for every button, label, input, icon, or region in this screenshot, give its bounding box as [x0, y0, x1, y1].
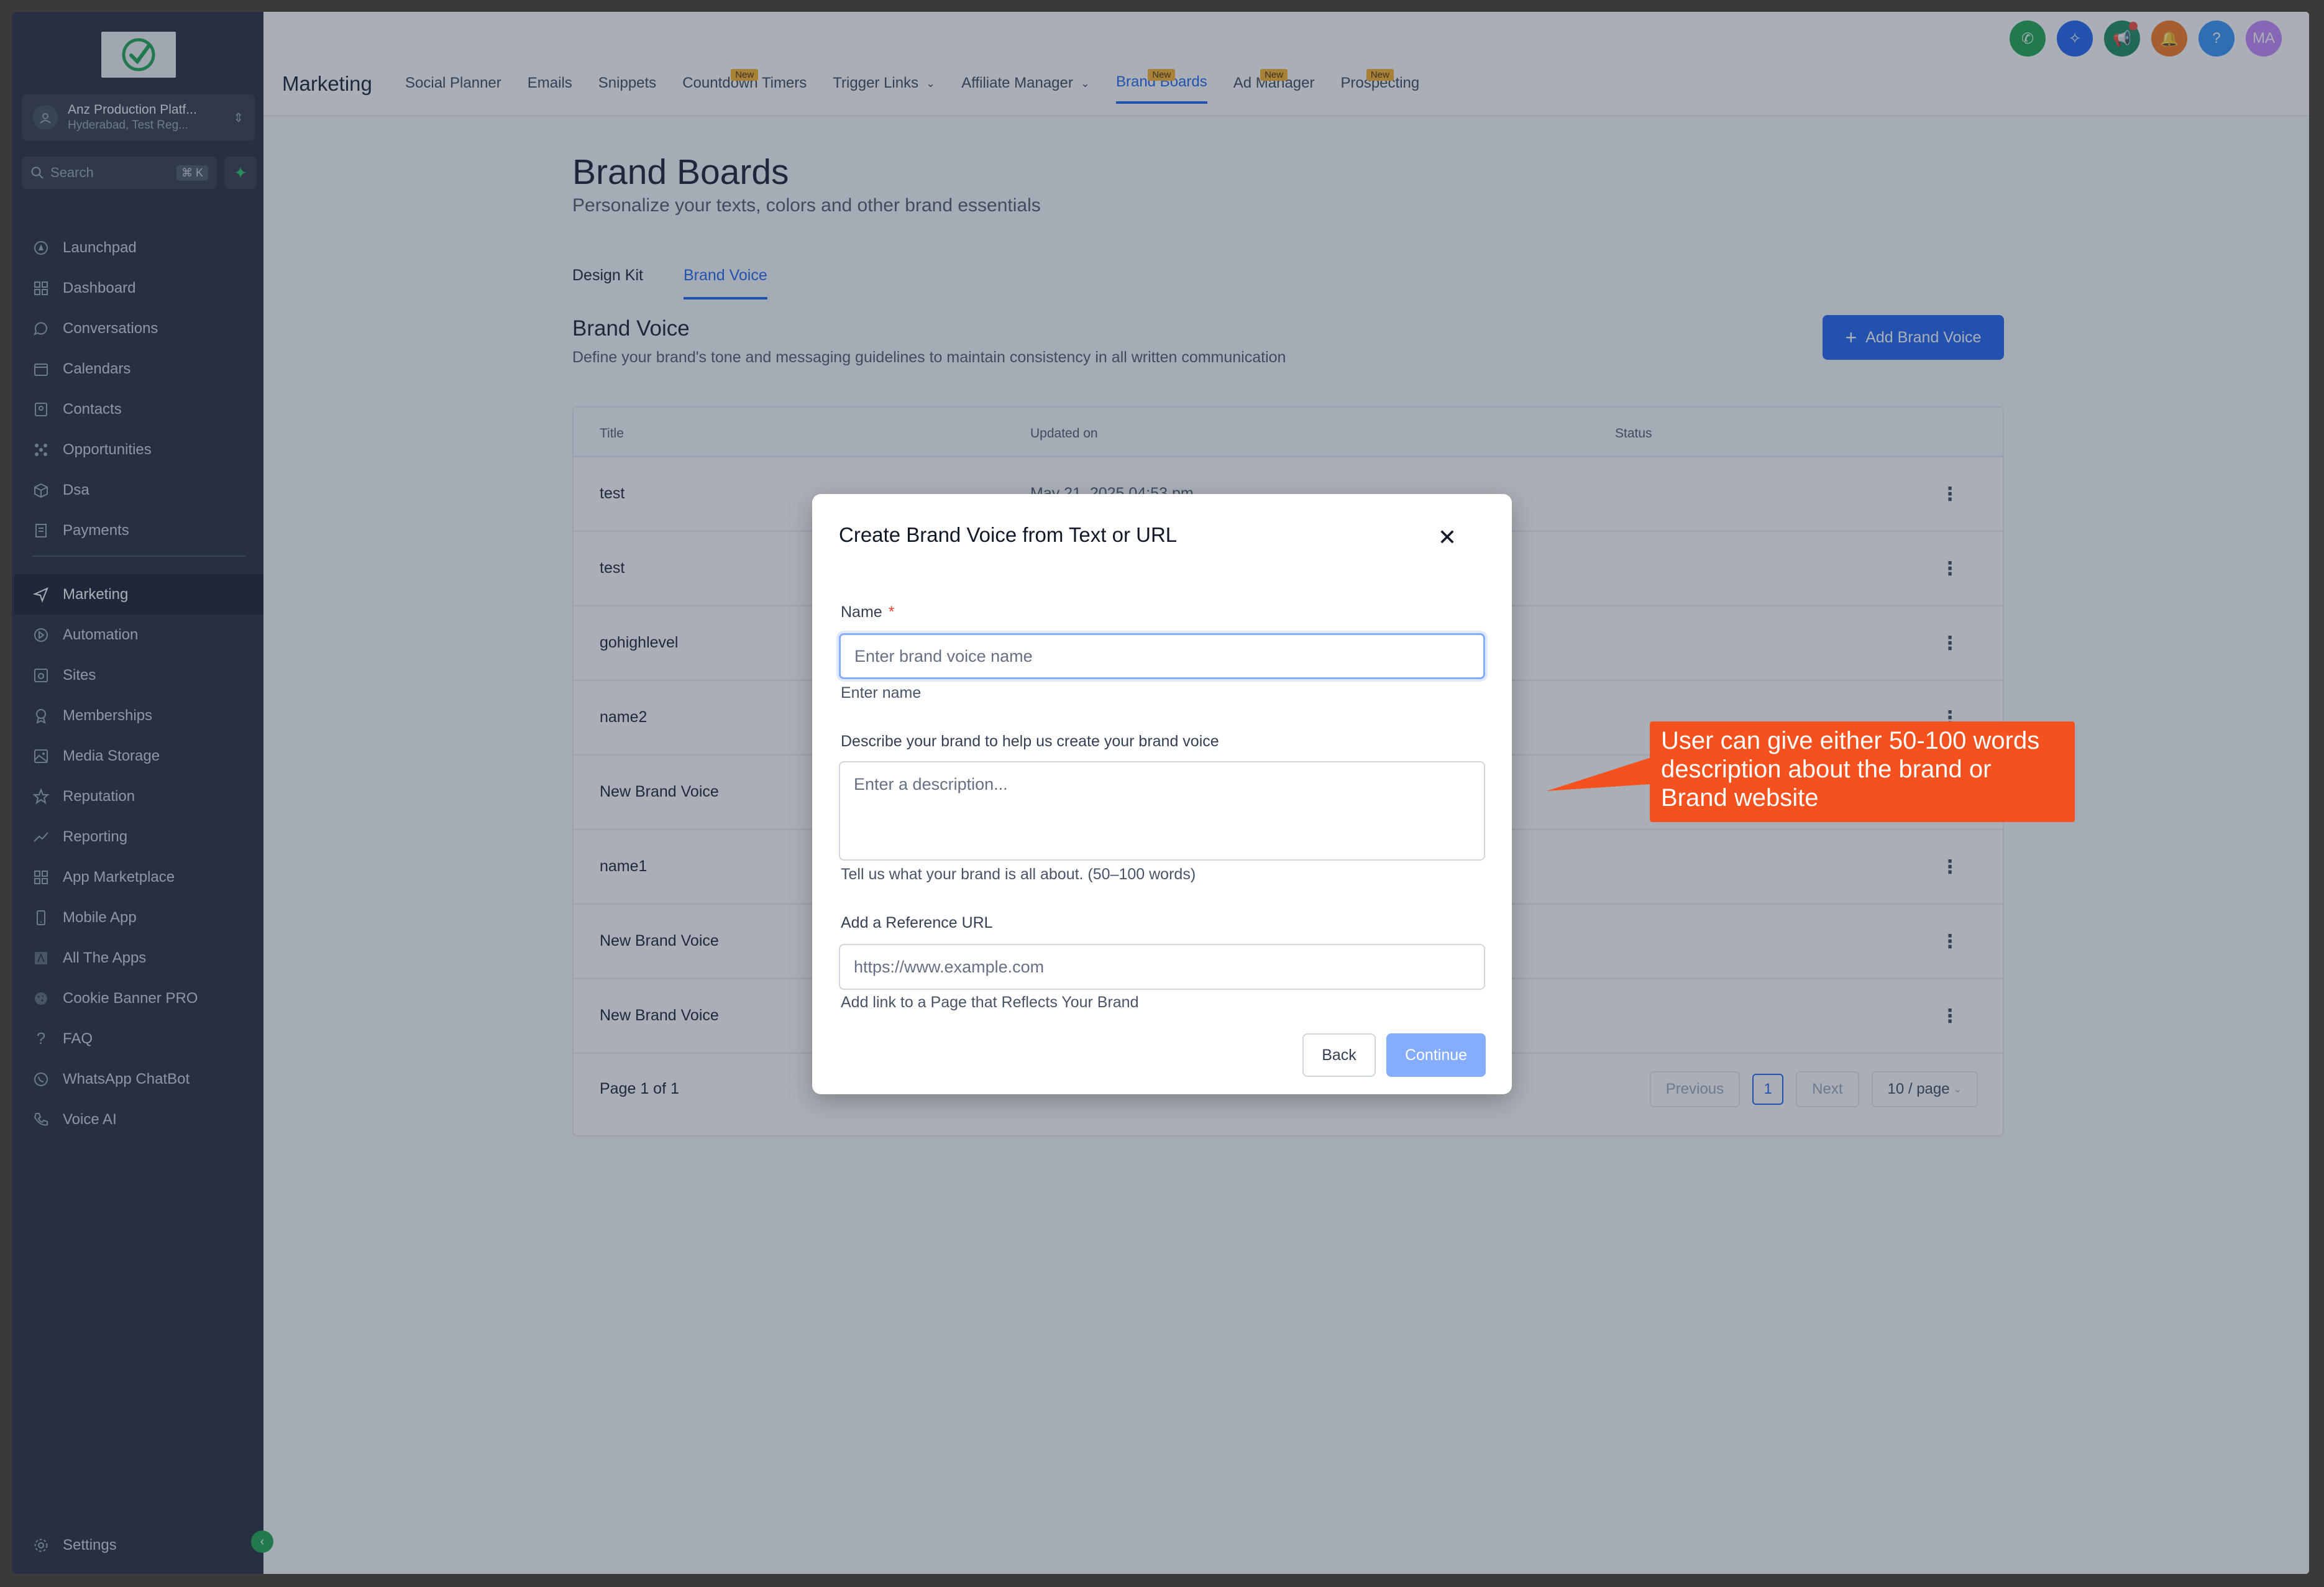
description-help-text: Tell us what your brand is all about. (5…: [841, 866, 1196, 883]
modal-title: Create Brand Voice from Text or URL: [839, 523, 1178, 546]
brand-description-textarea[interactable]: [839, 761, 1485, 861]
reference-url-label: Add a Reference URL: [841, 914, 993, 931]
name-label: Name *: [841, 603, 895, 621]
close-button[interactable]: ✕: [1434, 524, 1461, 551]
callout-pointer: [1547, 755, 1658, 791]
required-mark: *: [888, 603, 895, 621]
description-label: Describe your brand to help us create yo…: [841, 733, 1219, 750]
name-help-text: Enter name: [841, 684, 922, 702]
annotation-callout: User can give either 50-100 words descri…: [1650, 721, 2075, 822]
continue-button[interactable]: Continue: [1386, 1033, 1486, 1077]
brand-voice-name-input[interactable]: [839, 633, 1485, 679]
create-brand-voice-modal: Create Brand Voice from Text or URL ✕ Na…: [812, 494, 1512, 1094]
back-button[interactable]: Back: [1302, 1033, 1376, 1077]
url-help-text: Add link to a Page that Reflects Your Br…: [841, 994, 1139, 1011]
reference-url-input[interactable]: [839, 944, 1485, 990]
app-window: Anz Production Platf... Hyderabad, Test …: [12, 12, 2309, 1574]
close-icon: ✕: [1437, 524, 1457, 550]
